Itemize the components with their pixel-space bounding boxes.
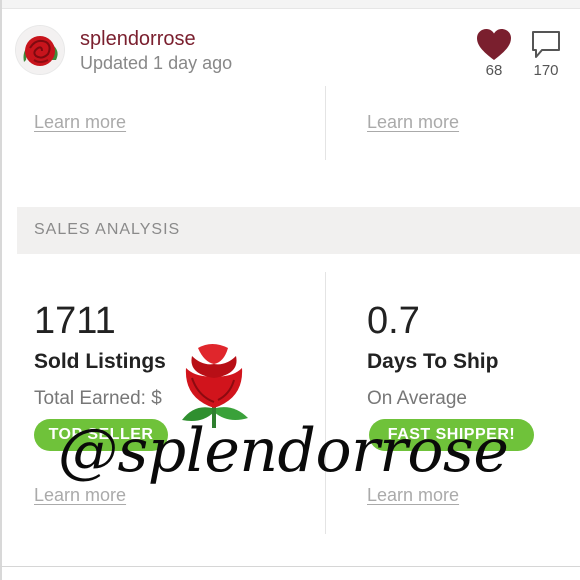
- learn-more-link[interactable]: Learn more: [367, 112, 459, 133]
- column-divider: [325, 86, 326, 160]
- comment-bubble-icon[interactable]: [530, 30, 562, 60]
- days-to-ship-label: Days To Ship: [367, 350, 499, 373]
- left-edge: [0, 0, 2, 580]
- section-title: SALES ANALYSIS: [34, 221, 181, 238]
- section-header: SALES ANALYSIS: [17, 207, 580, 254]
- learn-more-link[interactable]: Learn more: [34, 485, 126, 506]
- avatar[interactable]: [16, 26, 64, 74]
- sold-listings-label: Sold Listings: [34, 350, 166, 373]
- learn-more-link[interactable]: Learn more: [367, 485, 459, 506]
- watermark-text: @splendorrose: [58, 416, 509, 486]
- like-count: 68: [485, 62, 503, 79]
- learn-more-link[interactable]: Learn more: [34, 112, 126, 133]
- heart-icon[interactable]: [476, 28, 512, 62]
- top-edge: [0, 0, 580, 9]
- comment-count: 170: [533, 62, 559, 79]
- sold-listings-count: 1711: [34, 300, 116, 342]
- total-earned-text: Total Earned: $: [34, 388, 162, 409]
- column-divider: [325, 272, 326, 534]
- rose-avatar-icon: [16, 26, 64, 74]
- days-to-ship-value: 0.7: [367, 300, 420, 342]
- username[interactable]: splendorrose: [80, 28, 196, 51]
- on-average-text: On Average: [367, 388, 468, 409]
- updated-time: Updated 1 day ago: [80, 53, 233, 73]
- bottom-divider: [0, 566, 580, 567]
